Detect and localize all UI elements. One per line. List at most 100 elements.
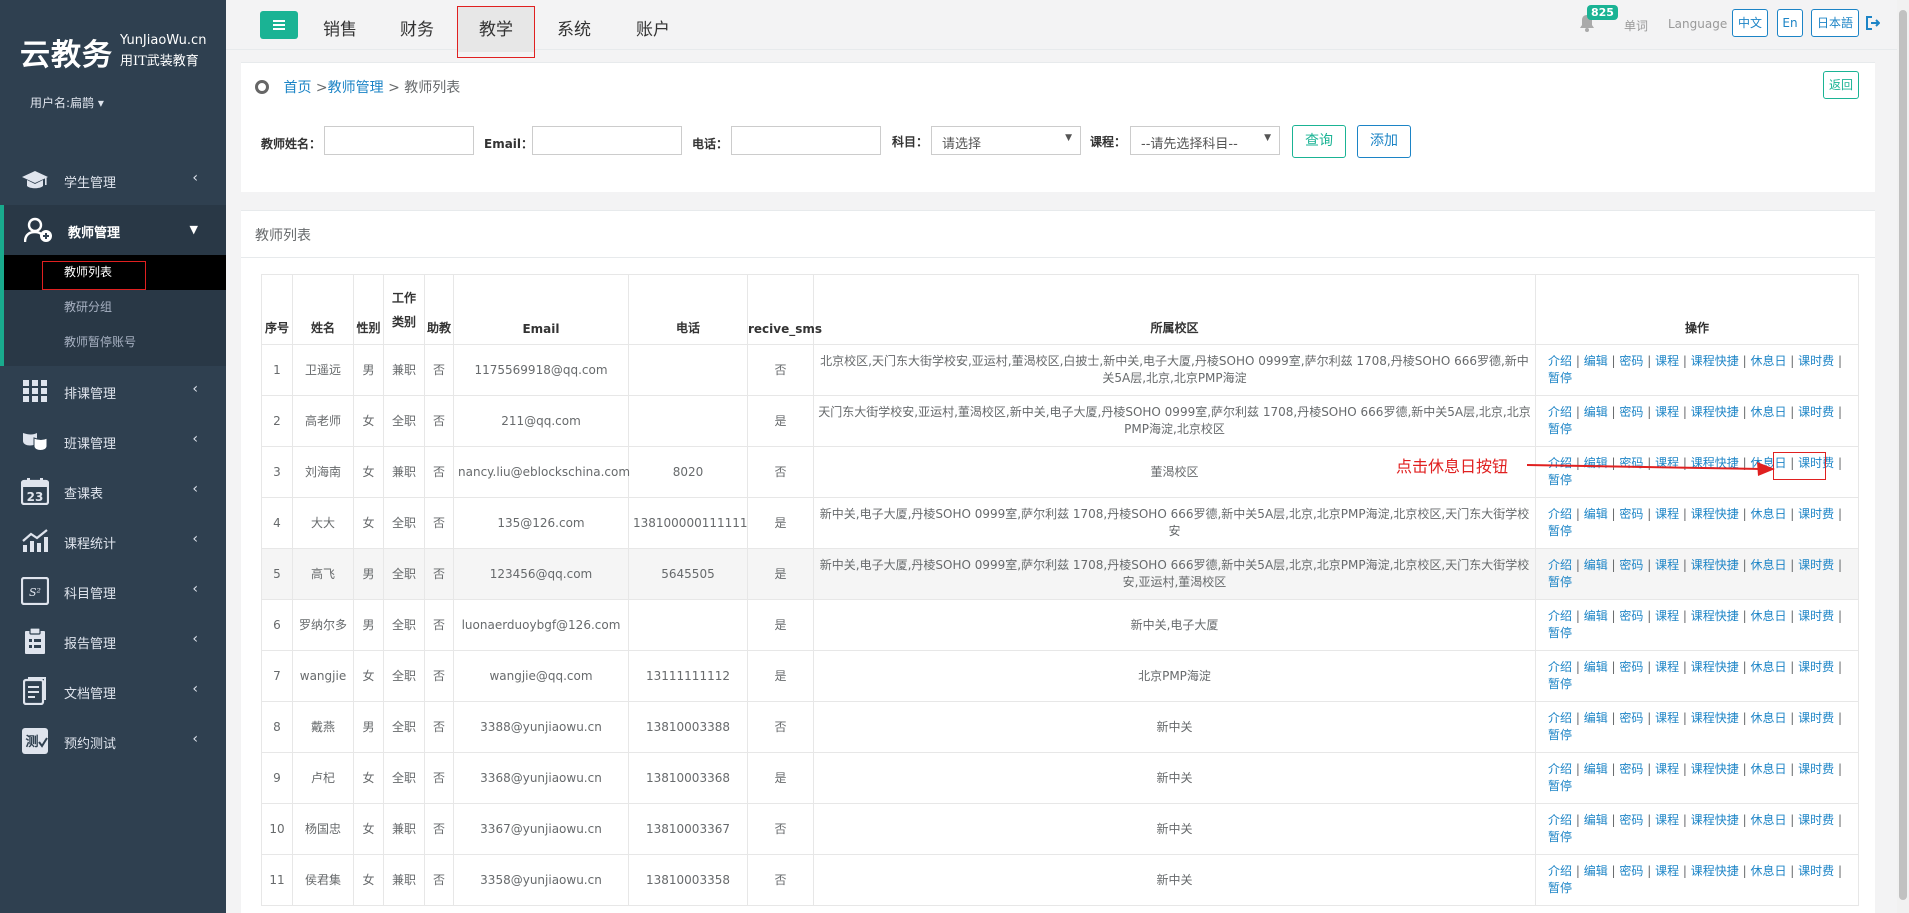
menu-toggle-button[interactable] <box>260 11 298 39</box>
op-edit-link[interactable]: 编辑 <box>1584 405 1608 419</box>
op-course-shortcut-link[interactable]: 课程快捷 <box>1691 762 1739 776</box>
nav-tab-system[interactable]: 系统 <box>557 15 591 40</box>
op-course-shortcut-link[interactable]: 课程快捷 <box>1691 558 1739 572</box>
op-intro-link[interactable]: 介绍 <box>1548 711 1572 725</box>
op-course-link[interactable]: 课程 <box>1655 660 1679 674</box>
sidebar-item-reports[interactable]: 报告管理 ‹ <box>0 616 226 666</box>
op-password-link[interactable]: 密码 <box>1619 507 1643 521</box>
op-password-link[interactable]: 密码 <box>1619 354 1643 368</box>
op-course-link[interactable]: 课程 <box>1655 354 1679 368</box>
op-course-link[interactable]: 课程 <box>1655 711 1679 725</box>
op-rest-day-link[interactable]: 休息日 <box>1750 762 1786 776</box>
op-suspend-link[interactable]: 暂停 <box>1548 524 1572 538</box>
op-fee-link[interactable]: 课时费 <box>1798 762 1834 776</box>
op-suspend-link[interactable]: 暂停 <box>1548 779 1572 793</box>
sidebar-item-timetable[interactable]: 23 查课表 ‹ <box>0 466 226 516</box>
op-course-link[interactable]: 课程 <box>1655 609 1679 623</box>
breadcrumb-home[interactable]: 首页 <box>283 80 311 96</box>
op-course-link[interactable]: 课程 <box>1655 813 1679 827</box>
op-intro-link[interactable]: 介绍 <box>1548 762 1572 776</box>
email-input[interactable] <box>532 126 682 155</box>
vocab-link[interactable]: 单词 <box>1624 17 1648 34</box>
op-course-link[interactable]: 课程 <box>1655 864 1679 878</box>
op-edit-link[interactable]: 编辑 <box>1584 660 1608 674</box>
op-edit-link[interactable]: 编辑 <box>1584 507 1608 521</box>
op-course-link[interactable]: 课程 <box>1655 405 1679 419</box>
op-suspend-link[interactable]: 暂停 <box>1548 422 1572 436</box>
sub-item-suspended-accounts[interactable]: 教师暂停账号 <box>4 325 226 360</box>
teacher-name-input[interactable] <box>324 126 474 155</box>
op-password-link[interactable]: 密码 <box>1619 762 1643 776</box>
op-edit-link[interactable]: 编辑 <box>1584 609 1608 623</box>
add-button[interactable]: 添加 <box>1357 125 1411 158</box>
sidebar-item-test-booking[interactable]: 测 预约测试 ‹ <box>0 716 226 766</box>
lang-button-en[interactable]: En <box>1777 9 1803 37</box>
op-edit-link[interactable]: 编辑 <box>1584 354 1608 368</box>
op-rest-day-link[interactable]: 休息日 <box>1750 864 1786 878</box>
sidebar-item-subjects[interactable]: S² 科目管理 ‹ <box>0 566 226 616</box>
query-button[interactable]: 查询 <box>1292 125 1346 158</box>
nav-tab-account[interactable]: 账户 <box>636 15 670 40</box>
subject-select[interactable]: 请选择 ▼ <box>931 126 1081 155</box>
op-fee-link[interactable]: 课时费 <box>1798 660 1834 674</box>
op-edit-link[interactable]: 编辑 <box>1584 711 1608 725</box>
user-menu[interactable]: 用户名:扁鹊 ▾ <box>30 94 104 111</box>
nav-tab-finance[interactable]: 财务 <box>400 15 434 40</box>
op-intro-link[interactable]: 介绍 <box>1548 660 1572 674</box>
op-fee-link[interactable]: 课时费 <box>1798 405 1834 419</box>
op-course-link[interactable]: 课程 <box>1655 558 1679 572</box>
op-password-link[interactable]: 密码 <box>1619 609 1643 623</box>
op-intro-link[interactable]: 介绍 <box>1548 507 1572 521</box>
op-password-link[interactable]: 密码 <box>1619 864 1643 878</box>
sidebar-item-course-stats[interactable]: 课程统计 ‹ <box>0 516 226 566</box>
sidebar-item-teachers[interactable]: 教师管理 ▼ <box>0 205 226 255</box>
sub-item-research-group[interactable]: 教研分组 <box>4 290 226 325</box>
op-intro-link[interactable]: 介绍 <box>1548 864 1572 878</box>
op-rest-day-link[interactable]: 休息日 <box>1750 507 1786 521</box>
lang-button-ja[interactable]: 日本語 <box>1811 9 1859 37</box>
op-password-link[interactable]: 密码 <box>1619 711 1643 725</box>
op-course-shortcut-link[interactable]: 课程快捷 <box>1691 864 1739 878</box>
op-intro-link[interactable]: 介绍 <box>1548 558 1572 572</box>
op-course-shortcut-link[interactable]: 课程快捷 <box>1691 354 1739 368</box>
op-course-link[interactable]: 课程 <box>1655 507 1679 521</box>
op-password-link[interactable]: 密码 <box>1619 558 1643 572</box>
sidebar-item-scheduling[interactable]: 排课管理 ‹ <box>0 366 226 416</box>
op-intro-link[interactable]: 介绍 <box>1548 405 1572 419</box>
op-fee-link[interactable]: 课时费 <box>1798 609 1834 623</box>
op-course-shortcut-link[interactable]: 课程快捷 <box>1691 405 1739 419</box>
op-fee-link[interactable]: 课时费 <box>1798 558 1834 572</box>
page-scrollbar[interactable] <box>1897 0 1909 913</box>
op-rest-day-link[interactable]: 休息日 <box>1750 660 1786 674</box>
op-fee-link[interactable]: 课时费 <box>1798 813 1834 827</box>
op-suspend-link[interactable]: 暂停 <box>1548 677 1572 691</box>
phone-input[interactable] <box>731 126 881 155</box>
op-intro-link[interactable]: 介绍 <box>1548 813 1572 827</box>
op-course-shortcut-link[interactable]: 课程快捷 <box>1691 507 1739 521</box>
op-rest-day-link[interactable]: 休息日 <box>1750 405 1786 419</box>
op-password-link[interactable]: 密码 <box>1619 813 1643 827</box>
course-select[interactable]: --请先选择科目-- ▼ <box>1130 126 1280 155</box>
op-course-shortcut-link[interactable]: 课程快捷 <box>1691 660 1739 674</box>
op-course-link[interactable]: 课程 <box>1655 762 1679 776</box>
op-fee-link[interactable]: 课时费 <box>1798 864 1834 878</box>
op-intro-link[interactable]: 介绍 <box>1548 354 1572 368</box>
logout-icon[interactable] <box>1866 16 1881 30</box>
back-button[interactable]: 返回 <box>1823 71 1859 99</box>
op-course-shortcut-link[interactable]: 课程快捷 <box>1691 813 1739 827</box>
op-suspend-link[interactable]: 暂停 <box>1548 881 1572 895</box>
op-rest-day-link[interactable]: 休息日 <box>1750 354 1786 368</box>
op-password-link[interactable]: 密码 <box>1619 405 1643 419</box>
op-edit-link[interactable]: 编辑 <box>1584 864 1608 878</box>
breadcrumb-teacher-management[interactable]: 教师管理 <box>328 80 384 96</box>
op-suspend-link[interactable]: 暂停 <box>1548 728 1572 742</box>
op-suspend-link[interactable]: 暂停 <box>1548 830 1572 844</box>
op-suspend-link[interactable]: 暂停 <box>1548 626 1572 640</box>
nav-tab-sales[interactable]: 销售 <box>323 15 357 40</box>
op-edit-link[interactable]: 编辑 <box>1584 813 1608 827</box>
op-edit-link[interactable]: 编辑 <box>1584 558 1608 572</box>
op-edit-link[interactable]: 编辑 <box>1584 762 1608 776</box>
sidebar-item-classes[interactable]: 班课管理 ‹ <box>0 416 226 466</box>
op-rest-day-link[interactable]: 休息日 <box>1750 558 1786 572</box>
op-course-shortcut-link[interactable]: 课程快捷 <box>1691 711 1739 725</box>
